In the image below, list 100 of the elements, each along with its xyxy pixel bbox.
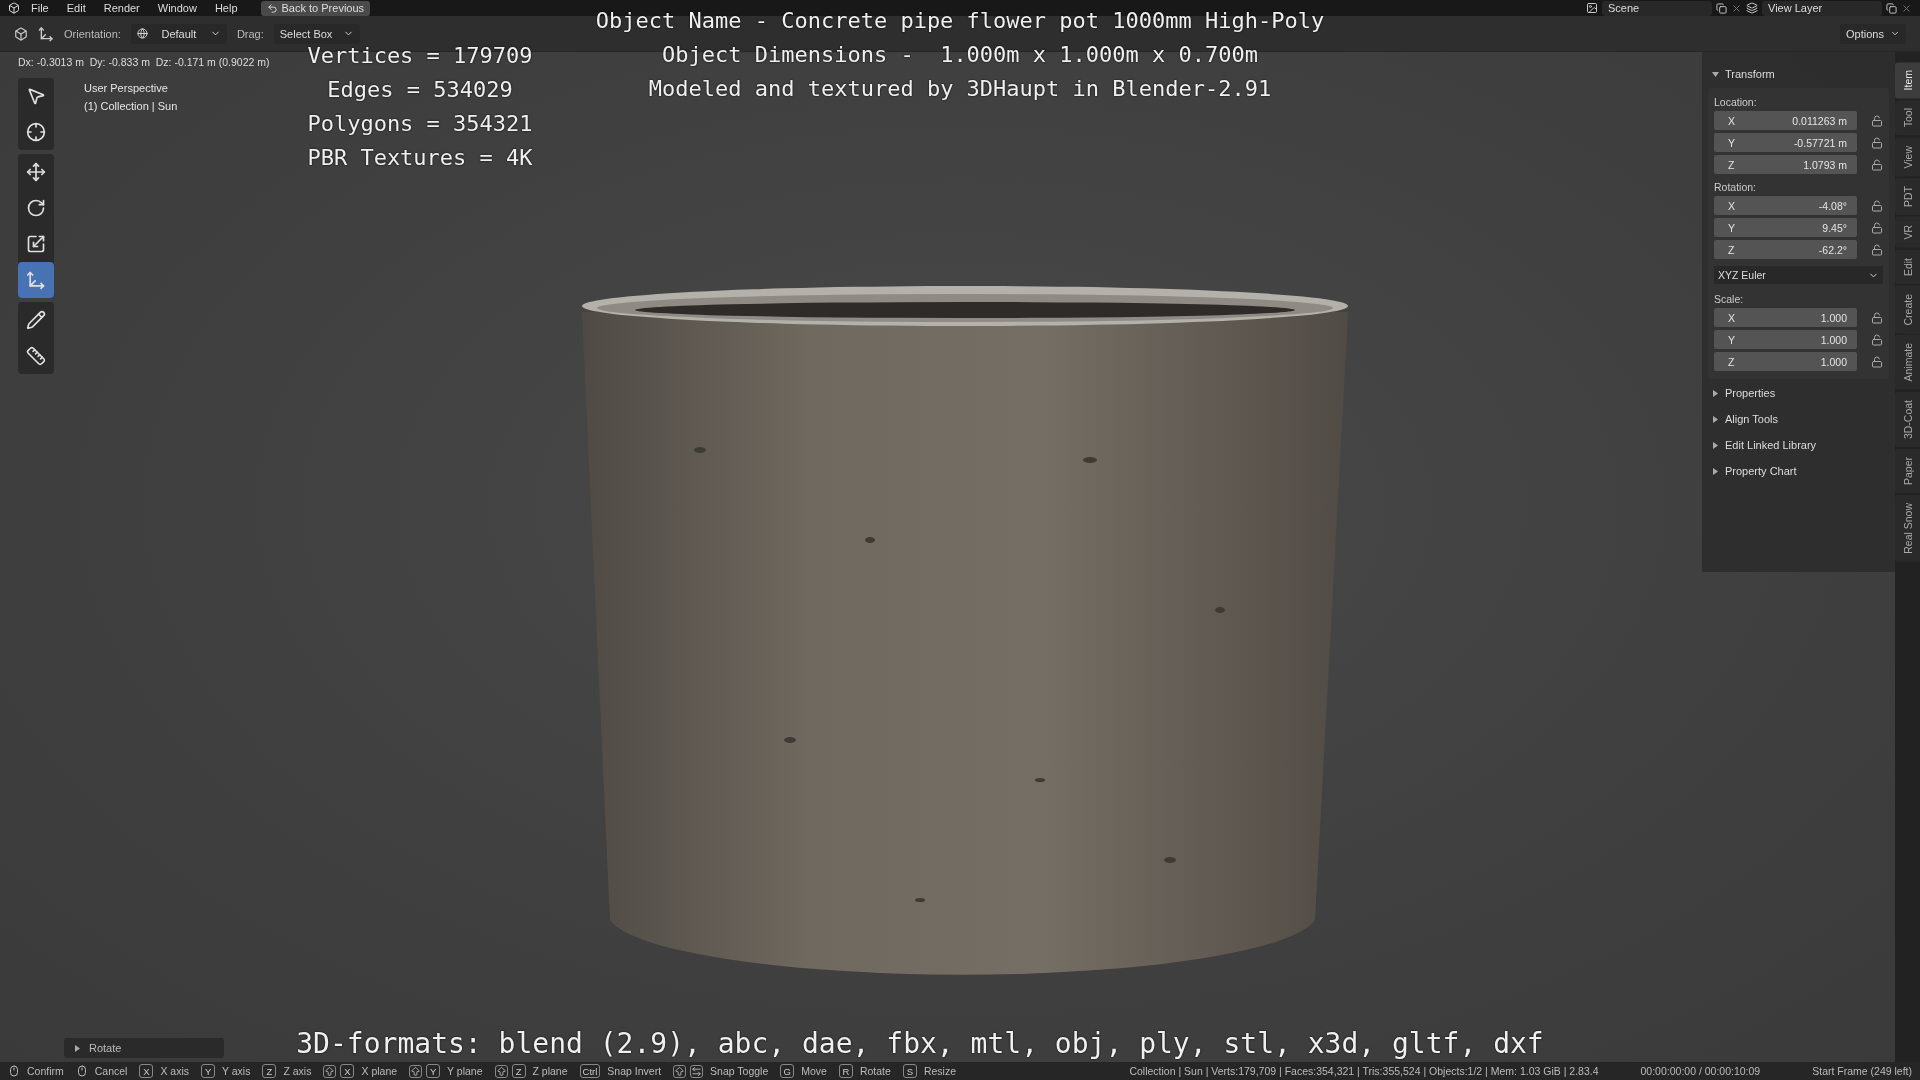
disclosure-triangle-icon xyxy=(74,1044,81,1052)
menu-item[interactable]: Render xyxy=(96,2,147,14)
sidebar-tab[interactable]: VR xyxy=(1895,217,1920,248)
back-to-previous-button[interactable]: Back to Previous xyxy=(260,0,371,16)
sidebar-tab[interactable]: Tool xyxy=(1895,100,1920,136)
disclosure-triangle-icon xyxy=(1712,70,1719,78)
panel-header[interactable]: Properties xyxy=(1708,381,1889,405)
annotate-icon xyxy=(26,310,46,330)
sidebar-tab[interactable]: Edit xyxy=(1895,249,1920,284)
stats-text: Vertices = 179709 xyxy=(307,43,533,68)
key-cap: Y xyxy=(426,1064,441,1078)
disclosure-triangle-icon xyxy=(1712,467,1719,475)
number-field[interactable]: Y -0.57721 m xyxy=(1714,133,1857,152)
hint-label: Rotate xyxy=(859,1065,891,1077)
view-layer-field[interactable]: View Layer xyxy=(1762,0,1882,16)
transform-tool-button[interactable] xyxy=(18,262,54,298)
lock-icon[interactable] xyxy=(1871,136,1883,149)
close-icon[interactable] xyxy=(1901,2,1912,14)
transform-icon xyxy=(26,270,46,290)
key-cap: S xyxy=(902,1064,917,1078)
drag-label: Drag: xyxy=(236,27,264,40)
info-text: Object Name - Concrete pipe flower pot 1000mm High-Poly xyxy=(595,8,1325,33)
lock-icon[interactable] xyxy=(1871,114,1883,127)
number-field[interactable]: Z 1.000 xyxy=(1714,352,1857,371)
rotate-icon xyxy=(26,198,46,218)
scale-icon xyxy=(26,234,46,254)
number-field[interactable]: Z 1.0793 m xyxy=(1714,155,1857,174)
hint-label: Z plane xyxy=(532,1065,568,1077)
key-cap: X xyxy=(340,1064,355,1078)
select-icon xyxy=(26,86,46,106)
key-cap: Z xyxy=(262,1064,277,1078)
close-icon[interactable] xyxy=(1731,2,1742,14)
sidebar-tab[interactable]: Animate xyxy=(1895,335,1920,390)
rotation-mode-dropdown[interactable]: XYZ Euler xyxy=(1714,266,1883,284)
scene-field[interactable]: Scene xyxy=(1602,0,1712,16)
options-dropdown[interactable]: Options xyxy=(1840,23,1906,44)
formats-text: 3D-formats: blend (2.9), abc, dae, fbx, mtl, obj, ply, stl, x3d, gltf, dxf xyxy=(296,1027,1544,1060)
sidebar-tab[interactable]: PDT xyxy=(1895,178,1920,216)
shift-key-icon xyxy=(673,1064,687,1078)
hint-label: Resize xyxy=(923,1065,956,1077)
group-label: Rotation: xyxy=(1714,181,1758,193)
transform-icon[interactable] xyxy=(38,25,54,42)
lock-icon[interactable] xyxy=(1871,221,1883,234)
lock-icon[interactable] xyxy=(1871,333,1883,346)
copy-icon[interactable] xyxy=(1886,2,1897,14)
panel-header[interactable]: Transform xyxy=(1708,62,1889,86)
number-field[interactable]: X 1.000 xyxy=(1714,308,1857,327)
sidebar-tab[interactable]: 3D-Coat xyxy=(1895,392,1920,448)
hint-label: Z axis xyxy=(283,1065,312,1077)
number-field[interactable]: Y 9.45° xyxy=(1714,218,1857,237)
group-label: Scale: xyxy=(1714,293,1745,305)
panel-header[interactable]: Align Tools xyxy=(1708,407,1889,431)
last-operator-panel[interactable]: Rotate xyxy=(64,1038,224,1058)
drag-dropdown[interactable]: Select Box xyxy=(273,23,360,44)
lock-icon[interactable] xyxy=(1871,311,1883,324)
sidebar-tab[interactable]: View xyxy=(1895,137,1920,177)
orientation-label: Orientation: xyxy=(64,27,121,40)
app-logo-icon[interactable] xyxy=(8,2,20,14)
key-cap: G xyxy=(780,1064,795,1078)
hint-label: Move xyxy=(801,1065,827,1077)
globe-icon xyxy=(136,28,148,39)
menu-item[interactable]: Edit xyxy=(59,2,93,14)
panel-header[interactable]: Property Chart xyxy=(1708,459,1889,483)
orientation-dropdown[interactable]: Default xyxy=(130,23,227,44)
copy-icon[interactable] xyxy=(1716,2,1727,14)
lock-icon[interactable] xyxy=(1871,243,1883,256)
hint-label: Y plane xyxy=(447,1065,483,1077)
hint-label: X plane xyxy=(361,1065,398,1077)
number-field[interactable]: Y 1.000 xyxy=(1714,330,1857,349)
number-field[interactable]: Z -62.2° xyxy=(1714,240,1857,259)
key-cap: Ctrl xyxy=(579,1064,601,1078)
measure-icon xyxy=(26,346,46,366)
lock-icon[interactable] xyxy=(1871,158,1883,171)
sidebar-tab[interactable]: Real Snow xyxy=(1895,495,1920,562)
mouse-icon xyxy=(8,1065,20,1077)
sidebar-tab[interactable]: Paper xyxy=(1895,449,1920,494)
disclosure-triangle-icon xyxy=(1712,415,1719,423)
view-layer-icon[interactable] xyxy=(1746,2,1758,14)
hint-label: X axis xyxy=(160,1065,190,1077)
tab-key-icon xyxy=(690,1064,704,1078)
shift-key-icon xyxy=(323,1064,337,1078)
lock-icon[interactable] xyxy=(1871,199,1883,212)
group-label: Location: xyxy=(1714,96,1758,108)
cursor-icon xyxy=(26,122,46,142)
sidebar-tab[interactable]: Create xyxy=(1895,285,1920,334)
menu-item[interactable]: Window xyxy=(150,2,204,14)
menu-item[interactable]: File xyxy=(24,2,56,14)
number-field[interactable]: X -4.08° xyxy=(1714,196,1857,215)
transform-delta: Dx: -0.3013 m Dy: -0.833 m Dz: -0.171 m (0.9022 m) xyxy=(18,56,270,68)
number-field[interactable]: X 0.011263 m xyxy=(1714,111,1857,130)
panel-header[interactable]: Edit Linked Library xyxy=(1708,433,1889,457)
editor-type-icon[interactable] xyxy=(14,26,28,41)
lock-icon[interactable] xyxy=(1871,355,1883,368)
scene-icon[interactable] xyxy=(1586,2,1598,14)
playback-time: 00:00:00:00 / 00:00:10:09 xyxy=(1640,1065,1761,1077)
stats-text: Polygons = 354321 xyxy=(307,111,533,136)
sidebar-tab[interactable]: Item xyxy=(1895,62,1920,99)
stats-text: Edges = 534029 xyxy=(327,77,513,102)
key-cap: X xyxy=(139,1064,154,1078)
menu-item[interactable]: Help xyxy=(207,2,245,14)
